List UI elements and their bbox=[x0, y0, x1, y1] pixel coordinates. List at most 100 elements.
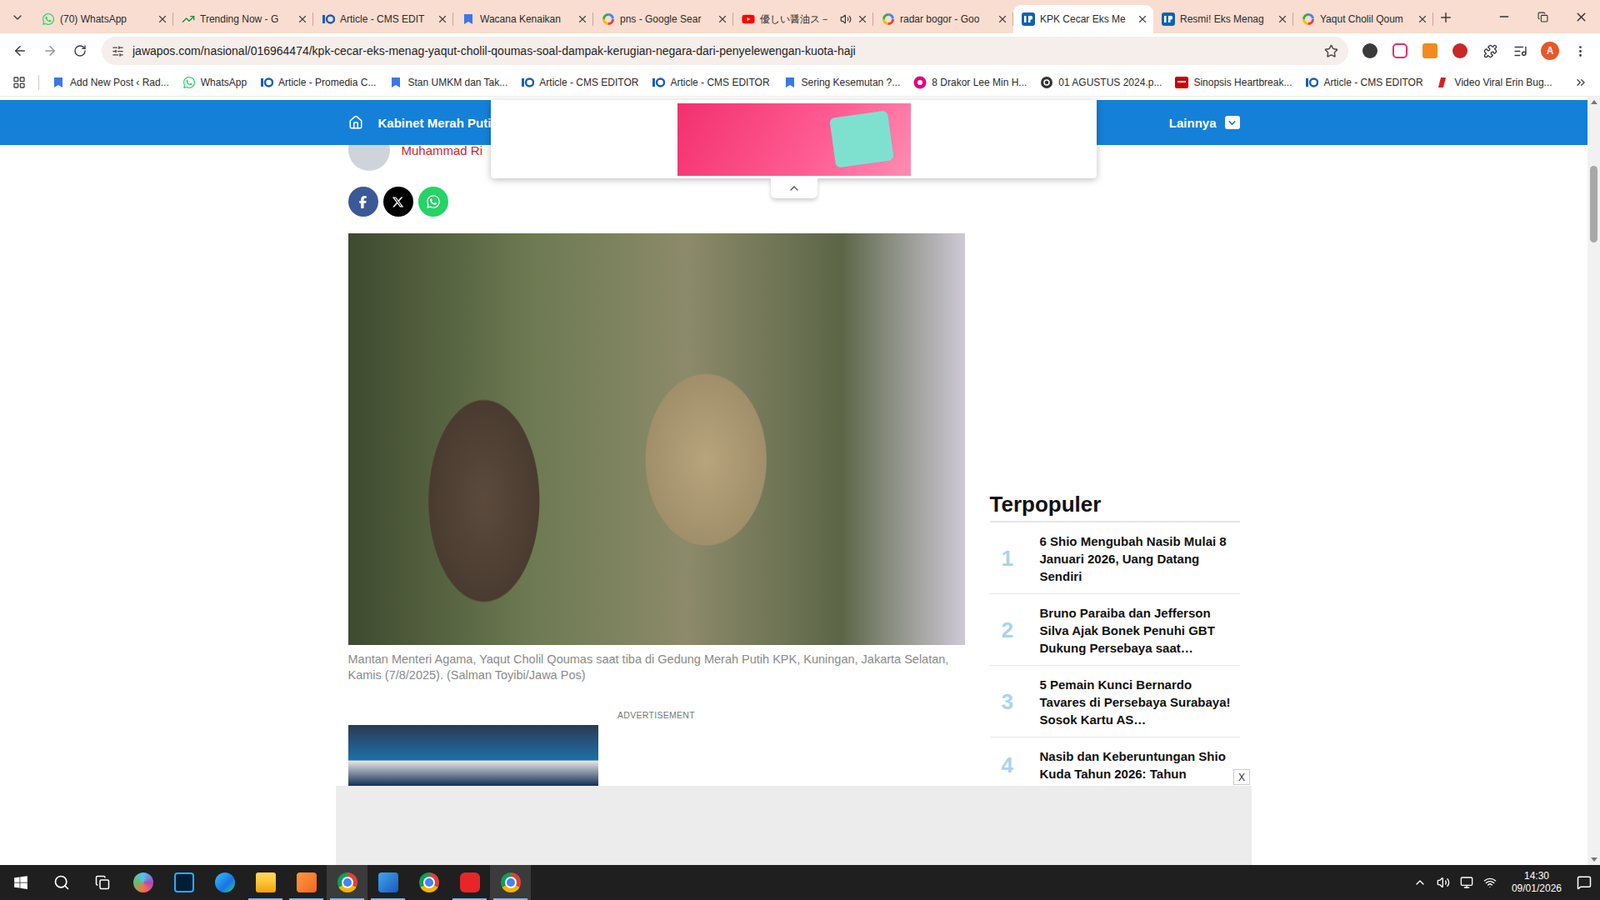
taskbar-app[interactable] bbox=[367, 865, 409, 900]
popular-item[interactable]: 16 Shio Mengubah Nasib Mulai 8 Januari 2… bbox=[990, 522, 1240, 595]
bookmark-item[interactable]: 01 AGUSTUS 2024.p... bbox=[1034, 72, 1168, 93]
scroll-thumb[interactable] bbox=[1590, 165, 1598, 243]
bookmark-item[interactable]: Article - Promedia C... bbox=[254, 72, 382, 93]
bookmark-item[interactable]: Article - CMS EDITOR bbox=[645, 72, 775, 93]
notifications-icon[interactable] bbox=[1576, 875, 1592, 890]
popular-item[interactable]: 4Nasib dan Keberuntungan Shio Kuda Tahun… bbox=[990, 737, 1240, 792]
taskbar-app[interactable] bbox=[326, 865, 368, 900]
extensions-button[interactable] bbox=[1476, 37, 1504, 65]
wifi-icon[interactable] bbox=[1483, 875, 1497, 890]
browser-tab[interactable]: radar bogor - Goo bbox=[873, 5, 1014, 34]
volume-icon[interactable] bbox=[1436, 875, 1450, 890]
close-icon[interactable] bbox=[576, 13, 589, 25]
star-icon[interactable] bbox=[1324, 44, 1339, 59]
scroll-down-icon[interactable] bbox=[1590, 857, 1598, 862]
tray-overflow-icon[interactable] bbox=[1413, 875, 1427, 890]
popular-item[interactable]: 2Bruno Paraiba dan Jefferson Silva Ajak … bbox=[990, 594, 1240, 666]
minimize-button[interactable] bbox=[1485, 0, 1524, 34]
bookmark-item[interactable]: Sering Kesemutan ?... bbox=[777, 72, 907, 93]
taskbar-app[interactable] bbox=[490, 865, 531, 900]
bookmark-item[interactable]: Sinopsis Heartbreak... bbox=[1169, 72, 1298, 93]
page-scrollbar[interactable] bbox=[1587, 96, 1600, 865]
task-view-button[interactable] bbox=[81, 865, 123, 900]
scroll-up-icon[interactable] bbox=[1590, 100, 1598, 105]
tab-search-button[interactable] bbox=[5, 5, 30, 30]
jp-icon bbox=[1021, 12, 1035, 26]
facebook-share-button[interactable] bbox=[348, 186, 379, 217]
close-icon[interactable] bbox=[996, 13, 1009, 25]
x-share-button[interactable] bbox=[383, 186, 414, 217]
browser-tab[interactable]: KPK Cecar Eks Me bbox=[1013, 5, 1154, 34]
extension-button[interactable] bbox=[1446, 37, 1474, 65]
browser-tab[interactable]: (70) WhatsApp bbox=[33, 5, 174, 34]
address-bar[interactable]: jawapos.com/nasional/016964474/kpk-cecar… bbox=[101, 36, 1349, 65]
ad-banner[interactable] bbox=[677, 103, 911, 176]
promedia-icon bbox=[260, 75, 274, 90]
taskbar-app[interactable] bbox=[245, 865, 286, 900]
popular-rank: 3 bbox=[990, 675, 1040, 729]
apps-button[interactable] bbox=[6, 72, 32, 93]
close-icon[interactable] bbox=[1276, 13, 1289, 25]
browser-tab[interactable]: 優しい醤油ス－ bbox=[733, 5, 874, 34]
browser-tab[interactable]: Yaqut Cholil Qoum bbox=[1293, 5, 1434, 34]
menu-button[interactable] bbox=[1566, 37, 1594, 65]
back-button[interactable] bbox=[6, 37, 34, 65]
taskbar-app[interactable] bbox=[122, 865, 164, 900]
bookmark-item[interactable]: WhatsApp bbox=[176, 72, 253, 93]
bookmark-item[interactable]: Article - CMS EDITOR bbox=[1299, 72, 1429, 93]
browser-tab[interactable]: Article - CMS EDIT bbox=[313, 5, 454, 34]
extension-button[interactable] bbox=[1356, 37, 1384, 65]
extension-button[interactable] bbox=[1386, 37, 1414, 65]
browser-tab[interactable]: Trending Now - G bbox=[173, 5, 314, 34]
close-icon[interactable] bbox=[156, 13, 169, 25]
forward-button[interactable] bbox=[36, 37, 64, 65]
tab-title: radar bogor - Goo bbox=[900, 13, 992, 25]
bookmark-item[interactable]: Add New Post ‹ Rad... bbox=[45, 72, 175, 93]
bookmark-item[interactable]: 8 Drakor Lee Min H... bbox=[907, 72, 1033, 93]
close-icon[interactable] bbox=[436, 13, 449, 25]
bookmarks-separator bbox=[38, 75, 40, 90]
browser-tab[interactable]: pns - Google Sear bbox=[593, 5, 734, 34]
bookmark-label: Article - CMS EDITOR bbox=[1323, 76, 1423, 89]
site-info-icon[interactable] bbox=[111, 45, 125, 58]
bookmark-item[interactable]: Article - CMS EDITOR bbox=[515, 72, 645, 93]
close-icon[interactable] bbox=[1136, 13, 1149, 25]
nav-more[interactable]: Lainnya bbox=[1169, 115, 1240, 130]
media-button[interactable] bbox=[1506, 37, 1534, 65]
more-bookmarks-button[interactable] bbox=[1568, 72, 1594, 93]
bookmark-item[interactable]: Video Viral Erin Bug... bbox=[1430, 72, 1559, 93]
start-button[interactable] bbox=[0, 865, 41, 900]
profile-button[interactable]: A bbox=[1536, 37, 1564, 65]
close-window-button[interactable] bbox=[1561, 0, 1600, 34]
close-icon[interactable] bbox=[856, 13, 869, 25]
speaker-icon[interactable] bbox=[840, 13, 852, 25]
close-icon[interactable] bbox=[716, 13, 729, 25]
taskbar-app[interactable] bbox=[449, 865, 490, 900]
browser-tab[interactable]: Resmi! Eks Menag bbox=[1153, 5, 1294, 34]
author-name[interactable]: Muhammad Ri bbox=[401, 143, 484, 158]
close-icon[interactable] bbox=[1416, 13, 1429, 25]
restore-button[interactable] bbox=[1523, 0, 1562, 34]
popular-item[interactable]: 35 Pemain Kunci Bernardo Tavares di Pers… bbox=[990, 665, 1240, 738]
bookmark-item[interactable]: Stan UMKM dan Tak... bbox=[383, 72, 514, 93]
ad-close-button[interactable]: X bbox=[1233, 769, 1250, 785]
taskbar-app[interactable] bbox=[285, 865, 327, 900]
plus-icon bbox=[1438, 10, 1454, 25]
taskbar-app[interactable] bbox=[408, 865, 450, 900]
search-button[interactable] bbox=[40, 865, 82, 900]
close-icon[interactable] bbox=[296, 13, 309, 25]
nav-item[interactable]: Kabinet Merah Putih bbox=[378, 115, 500, 130]
browser-tab[interactable]: Wacana Kenaikan bbox=[453, 5, 594, 34]
media-icon bbox=[1513, 44, 1528, 59]
extension-button[interactable] bbox=[1416, 37, 1444, 65]
taskbar-app[interactable] bbox=[204, 865, 245, 900]
taskbar-app[interactable] bbox=[163, 865, 205, 900]
home-icon[interactable] bbox=[348, 115, 364, 130]
tab-title: 優しい醤油ス－ bbox=[760, 12, 835, 27]
network-icon[interactable] bbox=[1460, 875, 1474, 890]
new-tab-button[interactable] bbox=[1433, 5, 1459, 30]
collapse-ad-button[interactable] bbox=[770, 178, 818, 199]
clock[interactable]: 14:3009/01/2026 bbox=[1506, 870, 1567, 895]
whatsapp-share-button[interactable] bbox=[418, 186, 449, 217]
reload-button[interactable] bbox=[66, 37, 94, 65]
